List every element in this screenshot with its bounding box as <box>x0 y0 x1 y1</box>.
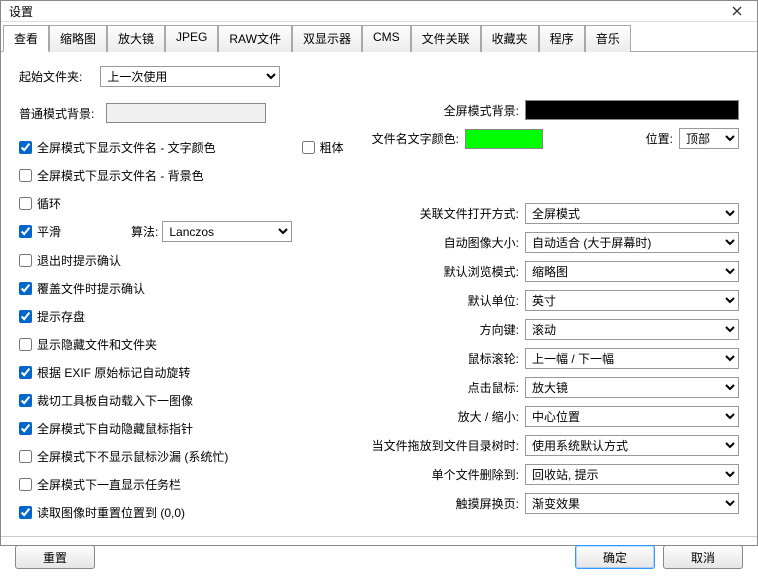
filename-textcolor-label: 文件名文字颜色: <box>372 130 459 147</box>
chk-always-taskbar[interactable] <box>19 478 32 491</box>
normal-bg-swatch[interactable] <box>106 103 266 123</box>
normal-bg-label: 普通模式背景: <box>19 105 94 122</box>
r-select-0[interactable]: 全屏模式 <box>525 203 739 224</box>
chk-bold[interactable] <box>302 141 315 154</box>
chk-confirm-exit[interactable] <box>19 254 32 267</box>
r-select-6[interactable]: 放大镜 <box>525 377 739 398</box>
tab-jpeg[interactable]: JPEG <box>165 25 218 52</box>
fullscreen-bg-swatch[interactable] <box>525 100 739 120</box>
tab-view[interactable]: 查看 <box>3 25 49 52</box>
algo-select[interactable]: Lanczos <box>162 221 292 242</box>
r-label-3: 默认单位: <box>468 292 519 309</box>
r-label-8: 当文件拖放到文件目录树时: <box>372 437 519 454</box>
r-label-2: 默认浏览模式: <box>444 263 519 280</box>
left-column: 起始文件夹: 上一次使用 普通模式背景: 全屏模式下显示文件名 - 文字颜色 粗… <box>19 66 344 530</box>
footer: 重置 确定 取消 <box>1 536 757 577</box>
reset-button[interactable]: 重置 <box>15 545 95 569</box>
tab-programs[interactable]: 程序 <box>539 25 585 52</box>
tab-music[interactable]: 音乐 <box>585 25 631 52</box>
r-label-10: 触摸屏换页: <box>456 495 519 512</box>
chk-hide-cursor[interactable] <box>19 422 32 435</box>
start-folder-label: 起始文件夹: <box>19 68 82 85</box>
algo-label: 算法: <box>131 223 158 240</box>
r-select-9[interactable]: 回收站, 提示 <box>525 464 739 485</box>
tab-raw[interactable]: RAW文件 <box>218 25 292 52</box>
r-select-4[interactable]: 滚动 <box>525 319 739 340</box>
r-select-5[interactable]: 上一幅 / 下一幅 <box>525 348 739 369</box>
ok-button[interactable]: 确定 <box>575 545 655 569</box>
r-select-10[interactable]: 渐变效果 <box>525 493 739 514</box>
chk-disk-prompt[interactable] <box>19 310 32 323</box>
chk-loop[interactable] <box>19 197 32 210</box>
right-column: 全屏模式背景: 文件名文字颜色: 位置: 顶部 关联文件打开方式: 全屏模式 自动… <box>372 66 739 530</box>
r-label-1: 自动图像大小: <box>444 234 519 251</box>
tab-cms[interactable]: CMS <box>362 25 411 52</box>
r-label-4: 方向键: <box>480 321 519 338</box>
chk-confirm-overwrite[interactable] <box>19 282 32 295</box>
r-select-3[interactable]: 英寸 <box>525 290 739 311</box>
settings-window: 设置 查看 缩略图 放大镜 JPEG RAW文件 双显示器 CMS 文件关联 收… <box>0 0 758 546</box>
r-select-2[interactable]: 缩略图 <box>525 261 739 282</box>
chk-crop-autoload[interactable] <box>19 394 32 407</box>
titlebar: 设置 <box>1 1 757 22</box>
fullscreen-bg-label: 全屏模式背景: <box>372 102 519 119</box>
window-title: 设置 <box>9 3 33 20</box>
tab-magnifier[interactable]: 放大镜 <box>107 25 165 52</box>
r-label-0: 关联文件打开方式: <box>420 205 519 222</box>
r-label-5: 鼠标滚轮: <box>468 350 519 367</box>
close-icon <box>732 6 742 16</box>
tab-thumbnail[interactable]: 缩略图 <box>49 25 107 52</box>
filename-textcolor-swatch[interactable] <box>465 129 543 149</box>
chk-show-hidden[interactable] <box>19 338 32 351</box>
r-select-7[interactable]: 中心位置 <box>525 406 739 427</box>
close-button[interactable] <box>723 1 751 21</box>
chk-fullscreen-fn-bgcolor[interactable] <box>19 169 32 182</box>
chk-smooth[interactable] <box>19 225 32 238</box>
chk-fullscreen-fn-textcolor[interactable] <box>19 141 32 154</box>
tab-content: 起始文件夹: 上一次使用 普通模式背景: 全屏模式下显示文件名 - 文字颜色 粗… <box>1 52 757 536</box>
cancel-button[interactable]: 取消 <box>663 545 743 569</box>
chk-reset-00[interactable] <box>19 506 32 519</box>
r-label-7: 放大 / 缩小: <box>458 408 519 425</box>
chk-exif-rotate[interactable] <box>19 366 32 379</box>
r-select-1[interactable]: 自动适合 (大于屏幕时) <box>525 232 739 253</box>
r-select-8[interactable]: 使用系统默认方式 <box>525 435 739 456</box>
tab-bar: 查看 缩略图 放大镜 JPEG RAW文件 双显示器 CMS 文件关联 收藏夹 … <box>1 22 757 52</box>
position-select[interactable]: 顶部 <box>679 128 739 149</box>
chk-no-busy-cursor[interactable] <box>19 450 32 463</box>
r-label-9: 单个文件删除到: <box>432 466 519 483</box>
r-label-6: 点击鼠标: <box>468 379 519 396</box>
tab-favorites[interactable]: 收藏夹 <box>481 25 539 52</box>
start-folder-select[interactable]: 上一次使用 <box>100 66 280 87</box>
position-label: 位置: <box>646 130 673 147</box>
tab-dual-monitor[interactable]: 双显示器 <box>292 25 362 52</box>
tab-file-assoc[interactable]: 文件关联 <box>411 25 481 52</box>
